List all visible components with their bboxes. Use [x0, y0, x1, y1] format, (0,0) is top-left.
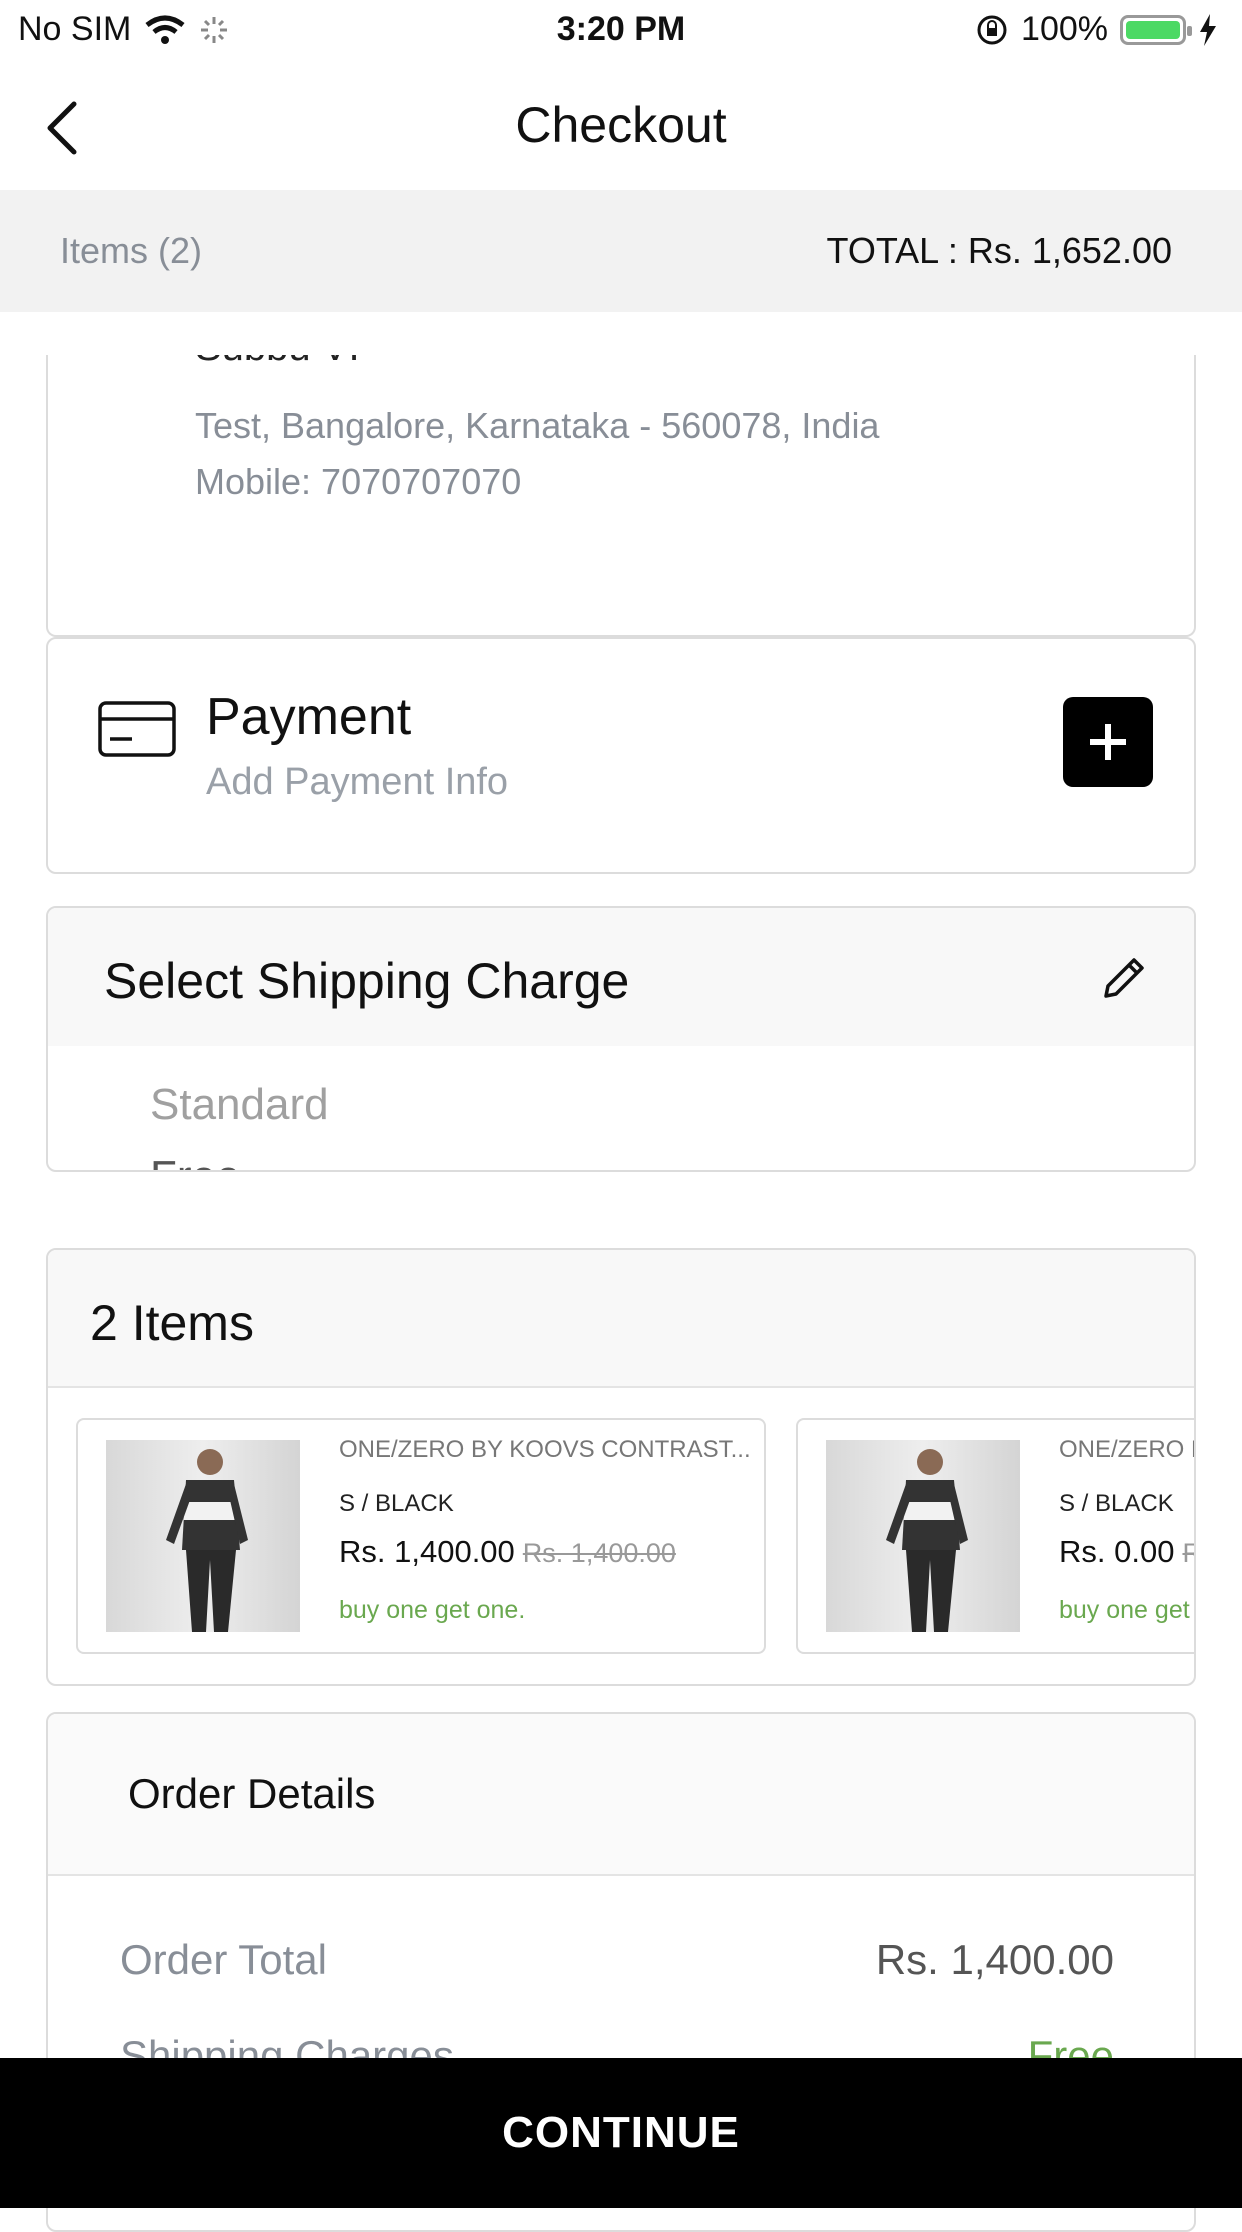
shipping-title: Select Shipping Charge [104, 953, 630, 1009]
shipping-option-name[interactable]: Standard [150, 1080, 329, 1130]
product-price-row: Rs. 1,400.00 Rs. 1,400.00 [339, 1534, 676, 1570]
items-title: 2 Items [90, 1295, 254, 1351]
product-variant: S / BLACK [1059, 1490, 1174, 1517]
address-line: Test, Bangalore, Karnataka - 560078, Ind… [195, 405, 880, 446]
battery-percent: 100% [1021, 10, 1108, 48]
order-total-value: Rs. 1,400.00 [875, 1936, 1114, 1983]
add-payment-button[interactable] [1063, 697, 1153, 787]
product-price-row: Rs. 0.00 Rs. 1,400.00 [1059, 1534, 1194, 1570]
shipping-header: Select Shipping Charge [48, 908, 1194, 1046]
page-title: Checkout [515, 97, 727, 153]
product-old-price: Rs. 1,400.00 [1182, 1538, 1194, 1568]
orientation-lock-icon [977, 15, 1007, 44]
shipping-card: Select Shipping Charge Standard Free [46, 906, 1196, 1172]
product-offer: buy one get one. [339, 1596, 526, 1624]
charging-bolt-icon [1200, 13, 1216, 46]
items-count: Items (2) [60, 230, 203, 271]
battery-icon [1120, 14, 1192, 45]
product-image [106, 1440, 300, 1632]
order-summary-bar: Items (2) TOTAL : Rs. 1,652.00 [0, 190, 1242, 312]
status-right: 100% [975, 10, 1218, 49]
credit-card-icon [98, 701, 176, 757]
product-card[interactable]: ONE/ZERO BY KOOVS CONTRAST... S / BLACK … [76, 1418, 766, 1654]
address-mobile: Mobile: 7070707070 [195, 461, 522, 502]
product-name: ONE/ZERO BY KOOVS CONTRAST... [1059, 1436, 1194, 1463]
product-variant: S / BLACK [339, 1490, 454, 1517]
address-name: Subbu VI [195, 355, 360, 370]
product-old-price: Rs. 1,400.00 [522, 1538, 676, 1568]
plus-icon [1090, 724, 1126, 760]
payment-subtitle: Add Payment Info [206, 761, 509, 803]
order-total-label: Order Total [120, 1936, 327, 1983]
product-image [826, 1440, 1020, 1632]
nav-bar: Checkout [0, 62, 1242, 190]
order-details-title: Order Details [128, 1770, 376, 1817]
payment-title: Payment [206, 688, 412, 746]
order-details-header: Order Details [48, 1714, 1194, 1876]
product-price: Rs. 0.00 [1059, 1534, 1175, 1569]
order-total-header: TOTAL : Rs. 1,652.00 [826, 230, 1173, 271]
product-offer: buy one get one. [1059, 1596, 1194, 1624]
shipping-option-price: Free [150, 1152, 240, 1170]
address-card[interactable]: Subbu VI Test, Bangalore, Karnataka - 56… [46, 355, 1196, 637]
items-card: 2 Items ONE/ZERO BY KOOVS CONTRAST... S … [46, 1248, 1196, 1686]
product-price: Rs. 1,400.00 [339, 1534, 515, 1569]
edit-pencil-icon[interactable] [1098, 952, 1150, 1004]
items-header: 2 Items [48, 1250, 1194, 1388]
continue-button[interactable]: CONTINUE [0, 2058, 1242, 2208]
product-card[interactable]: ONE/ZERO BY KOOVS CONTRAST... S / BLACK … [796, 1418, 1194, 1654]
product-name: ONE/ZERO BY KOOVS CONTRAST... [339, 1436, 751, 1463]
payment-card[interactable]: Payment Add Payment Info [46, 637, 1196, 874]
status-bar: No SIM 3:20 PM 100% [0, 0, 1242, 62]
